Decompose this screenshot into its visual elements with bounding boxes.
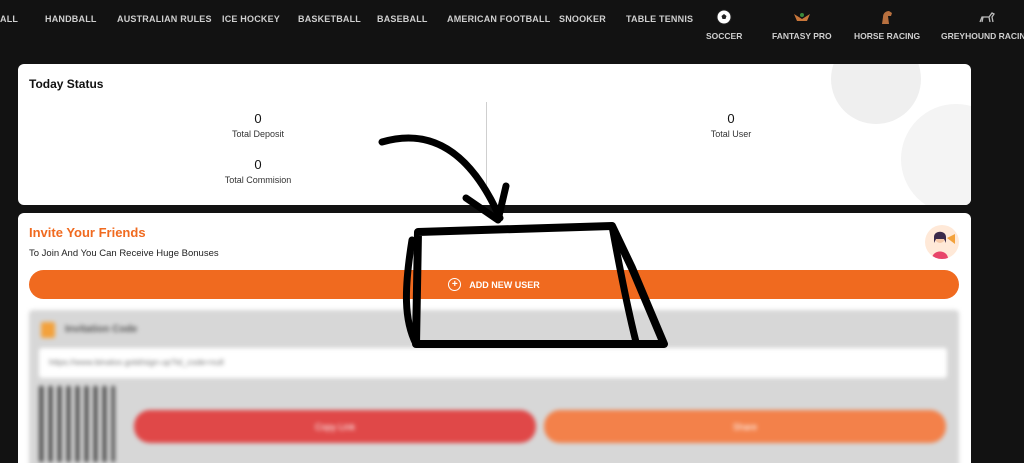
nav-item-greyhound-racing[interactable]: GREYHOUND RACING	[941, 8, 1024, 41]
invitation-panel: Invitation Code https://www.binaloo.gold…	[29, 310, 959, 463]
greyhound-icon	[978, 8, 996, 26]
total-commission-label: Total Commision	[224, 175, 292, 185]
decorative-circle	[901, 104, 971, 205]
total-commission-stat: 0 Total Commision	[188, 157, 328, 185]
nav-item-baseball[interactable]: BASEBALL	[377, 14, 428, 24]
horse-icon	[878, 8, 896, 26]
sports-nav: ALL HANDBALL AUSTRALIAN RULES ICE HOCKEY…	[0, 0, 1024, 56]
avatar	[925, 225, 959, 259]
invite-title: Invite Your Friends	[29, 225, 146, 240]
today-status-title: Today Status	[29, 77, 104, 91]
nav-item-american-football[interactable]: AMERICAN FOOTBALL	[447, 14, 550, 24]
fantasy-pro-icon	[793, 8, 811, 26]
nav-item-australian-rules[interactable]: AUSTRALIAN RULES	[117, 14, 212, 24]
nav-label-fantasy-pro: FANTASY PRO	[772, 31, 832, 41]
nav-item-snooker[interactable]: SNOOKER	[559, 14, 606, 24]
nav-item-ice-hockey[interactable]: ICE HOCKEY	[222, 14, 280, 24]
total-deposit-label: Total Deposit	[231, 129, 285, 139]
add-new-user-label: ADD NEW USER	[469, 279, 540, 290]
invitation-code-label: Invitation Code	[65, 324, 138, 335]
today-status-card: Today Status 0 Total Deposit 0 Total Com…	[18, 64, 971, 205]
divider	[486, 102, 487, 192]
share-button[interactable]: Share	[544, 410, 946, 443]
nav-item-all[interactable]: ALL	[0, 14, 18, 24]
soccer-ball-icon	[715, 8, 733, 26]
add-new-user-button[interactable]: + ADD NEW USER	[29, 270, 959, 299]
plus-circle-icon: +	[448, 278, 462, 291]
nav-label-greyhound-racing: GREYHOUND RACING	[941, 31, 1024, 41]
nav-item-soccer[interactable]: SOCCER	[706, 8, 742, 41]
total-user-value: 0	[727, 111, 735, 126]
nav-label-soccer: SOCCER	[706, 31, 743, 41]
copy-link-button[interactable]: Copy Link	[134, 410, 536, 443]
qr-code	[39, 386, 115, 462]
total-user-stat: 0 Total User	[661, 111, 801, 139]
copy-link-label: Copy Link	[314, 421, 356, 432]
decorative-circle	[831, 64, 921, 124]
share-label: Share	[732, 421, 758, 432]
invite-subtitle: To Join And You Can Receive Huge Bonuses	[29, 248, 219, 259]
total-deposit-stat: 0 Total Deposit	[188, 111, 328, 139]
invite-friends-card: Invite Your Friends To Join And You Can …	[18, 213, 971, 463]
invitation-link-field[interactable]: https://www.binaloo.gold/sign-up?id_code…	[39, 348, 947, 378]
nav-item-horse-racing[interactable]: HORSE RACING	[854, 8, 920, 41]
nav-item-table-tennis[interactable]: TABLE TENNIS	[626, 14, 693, 24]
nav-item-handball[interactable]: HANDBALL	[45, 14, 97, 24]
total-deposit-value: 0	[254, 111, 262, 126]
gift-icon	[41, 322, 55, 338]
total-commission-value: 0	[254, 157, 262, 172]
nav-label-horse-racing: HORSE RACING	[854, 31, 921, 41]
nav-item-fantasy-pro[interactable]: FANTASY PRO	[772, 8, 832, 41]
nav-item-basketball[interactable]: BASKETBALL	[298, 14, 361, 24]
megaphone-woman-icon	[932, 231, 955, 259]
total-user-label: Total User	[710, 129, 752, 139]
